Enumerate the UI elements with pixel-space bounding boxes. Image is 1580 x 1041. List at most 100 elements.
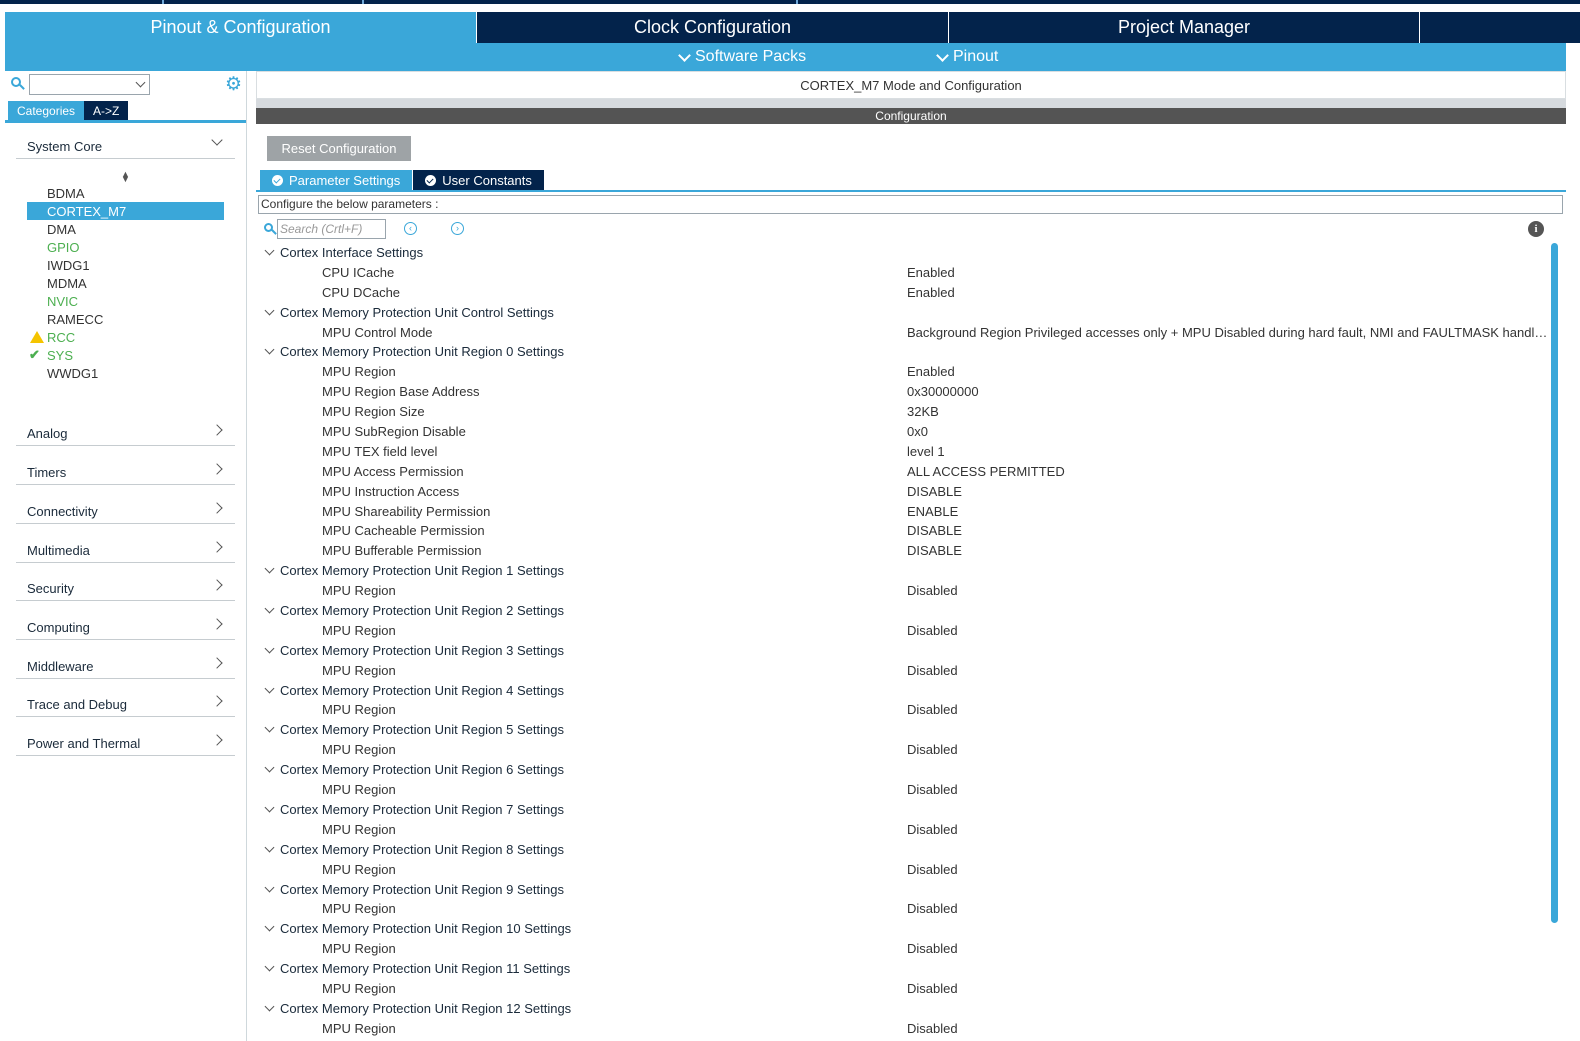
category-middleware[interactable]: Middleware [16, 651, 235, 679]
param-row[interactable]: MPU Control Mode Background Region Privil… [256, 323, 1551, 343]
next-icon[interactable]: › [451, 222, 464, 235]
param-group-row[interactable]: Cortex Memory Protection Unit Region 11 … [256, 959, 1551, 979]
param-row[interactable]: MPU Instruction Access DISABLE [256, 482, 1551, 502]
param-row[interactable]: MPU Region Disabled [256, 661, 1551, 681]
sidebar-item-gpio[interactable]: GPIO [27, 238, 224, 256]
param-row[interactable]: MPU Bufferable Permission DISABLE [256, 541, 1551, 561]
scrollbar[interactable] [1551, 243, 1558, 923]
tab-clock-configuration[interactable]: Clock Configuration [477, 12, 949, 43]
chevron-down-icon[interactable] [264, 1001, 275, 1012]
param-group-row[interactable]: Cortex Memory Protection Unit Region 12 … [256, 999, 1551, 1019]
param-row[interactable]: MPU Region Disabled [256, 820, 1551, 840]
sidebar-search-combo[interactable] [29, 74, 150, 95]
param-row[interactable]: MPU Region Disabled [256, 700, 1551, 720]
param-value[interactable]: Disabled [907, 782, 1551, 797]
param-value[interactable]: Background Region Privileged accesses on… [907, 325, 1551, 340]
param-group-row[interactable]: Cortex Memory Protection Unit Region 0 S… [256, 342, 1551, 362]
chevron-down-icon[interactable] [264, 305, 275, 316]
param-value[interactable]: DISABLE [907, 484, 1551, 499]
chevron-down-icon[interactable] [264, 683, 275, 694]
tab-project-manager[interactable]: Project Manager [949, 12, 1420, 43]
param-value[interactable]: Enabled [907, 364, 1551, 379]
sort-icon[interactable]: ▲ ▼ [121, 170, 130, 184]
reset-configuration-button[interactable]: Reset Configuration [267, 136, 411, 161]
category-computing[interactable]: Computing [16, 612, 235, 640]
chevron-down-icon[interactable] [264, 722, 275, 733]
param-row[interactable]: MPU Region Disabled [256, 1019, 1551, 1039]
param-value[interactable]: Enabled [907, 265, 1551, 280]
chevron-down-icon[interactable] [264, 842, 275, 853]
param-row[interactable]: MPU Region Disabled [256, 581, 1551, 601]
tab-pinout-configuration[interactable]: Pinout & Configuration [5, 12, 477, 43]
param-value[interactable]: DISABLE [907, 543, 1551, 558]
param-search-input[interactable]: Search (Crtl+F) [277, 219, 386, 239]
param-row[interactable]: CPU ICache Enabled [256, 263, 1551, 283]
param-row[interactable]: MPU Region Disabled [256, 899, 1551, 919]
param-value[interactable]: Disabled [907, 583, 1551, 598]
param-value[interactable]: Disabled [907, 981, 1551, 996]
param-value[interactable]: 32KB [907, 404, 1551, 419]
info-icon[interactable]: i [1528, 221, 1544, 237]
param-group-row[interactable]: Cortex Memory Protection Unit Region 7 S… [256, 800, 1551, 820]
param-row[interactable]: CPU DCache Enabled [256, 283, 1551, 303]
param-group-row[interactable]: Cortex Memory Protection Unit Region 3 S… [256, 641, 1551, 661]
param-value[interactable]: Disabled [907, 623, 1551, 638]
category-trace-and-debug[interactable]: Trace and Debug [16, 689, 235, 717]
param-value[interactable]: ENABLE [907, 504, 1551, 519]
tab-a-to-z[interactable]: A->Z [84, 101, 129, 120]
param-group-row[interactable]: Cortex Interface Settings [256, 243, 1551, 263]
param-row[interactable]: MPU Region Disabled [256, 860, 1551, 880]
param-value[interactable]: Disabled [907, 862, 1551, 877]
sidebar-item-dma[interactable]: DMA [27, 220, 224, 238]
param-group-row[interactable]: Cortex Memory Protection Unit Region 2 S… [256, 601, 1551, 621]
category-multimedia[interactable]: Multimedia [16, 535, 235, 563]
chevron-down-icon[interactable] [264, 882, 275, 892]
param-row[interactable]: MPU Region Disabled [256, 979, 1551, 999]
tab-parameter-settings[interactable]: Parameter Settings [260, 170, 413, 190]
category-power-and-thermal[interactable]: Power and Thermal [16, 728, 235, 756]
tab-categories[interactable]: Categories [8, 101, 85, 120]
sidebar-item-wwdg1[interactable]: WWDG1 [27, 364, 224, 382]
param-group-row[interactable]: Cortex Memory Protection Unit Region 4 S… [256, 681, 1551, 701]
sidebar-item-bdma[interactable]: BDMA [27, 184, 224, 202]
param-row[interactable]: MPU SubRegion Disable 0x0 [256, 422, 1551, 442]
tab-user-constants[interactable]: User Constants [413, 170, 544, 190]
param-value[interactable]: Disabled [907, 702, 1551, 717]
param-group-row[interactable]: Cortex Memory Protection Unit Region 10 … [256, 919, 1551, 939]
param-row[interactable]: MPU Region Disabled [256, 780, 1551, 800]
sidebar-item-mdma[interactable]: MDMA [27, 274, 224, 292]
param-group-row[interactable]: Cortex Memory Protection Unit Region 9 S… [256, 880, 1551, 900]
chevron-down-icon[interactable] [264, 345, 275, 355]
param-row[interactable]: MPU Region Disabled [256, 939, 1551, 959]
sidebar-item-cortex-m7[interactable]: CORTEX_M7 [27, 202, 224, 220]
param-group-row[interactable]: Cortex Memory Protection Unit Region 8 S… [256, 840, 1551, 860]
param-row[interactable]: MPU Cacheable Permission DISABLE [256, 521, 1551, 541]
param-row[interactable]: MPU Region Size 32KB [256, 402, 1551, 422]
param-row[interactable]: MPU Region Base Address 0x30000000 [256, 382, 1551, 402]
param-row[interactable]: MPU Region Disabled [256, 740, 1551, 760]
param-value[interactable]: 0x0 [907, 424, 1551, 439]
param-value[interactable]: 0x30000000 [907, 384, 1551, 399]
category-connectivity[interactable]: Connectivity [16, 496, 235, 524]
chevron-down-icon[interactable] [264, 245, 275, 256]
category-security[interactable]: Security [16, 573, 235, 601]
param-row[interactable]: MPU Region Disabled [256, 621, 1551, 641]
param-value[interactable]: Disabled [907, 901, 1551, 916]
param-value[interactable]: level 1 [907, 444, 1551, 459]
chevron-down-icon[interactable] [264, 563, 275, 574]
param-value[interactable]: Disabled [907, 941, 1551, 956]
param-value[interactable]: Disabled [907, 742, 1551, 757]
chevron-down-icon[interactable] [264, 961, 275, 972]
tab-tools[interactable] [1420, 12, 1580, 43]
sidebar-item-iwdg1[interactable]: IWDG1 [27, 256, 224, 274]
category-timers[interactable]: Timers [16, 457, 235, 485]
sidebar-item-sys[interactable]: ✔ SYS [27, 346, 224, 364]
param-group-row[interactable]: Cortex Memory Protection Unit Region 1 S… [256, 561, 1551, 581]
param-value[interactable]: ALL ACCESS PERMITTED [907, 464, 1551, 479]
param-group-row[interactable]: Cortex Memory Protection Unit Control Se… [256, 303, 1551, 323]
chevron-down-icon[interactable] [264, 802, 275, 813]
sidebar-item-nvic[interactable]: NVIC [27, 292, 224, 310]
param-row[interactable]: MPU TEX field level level 1 [256, 442, 1551, 462]
param-value[interactable]: Disabled [907, 822, 1551, 837]
chevron-down-icon[interactable] [264, 921, 275, 932]
